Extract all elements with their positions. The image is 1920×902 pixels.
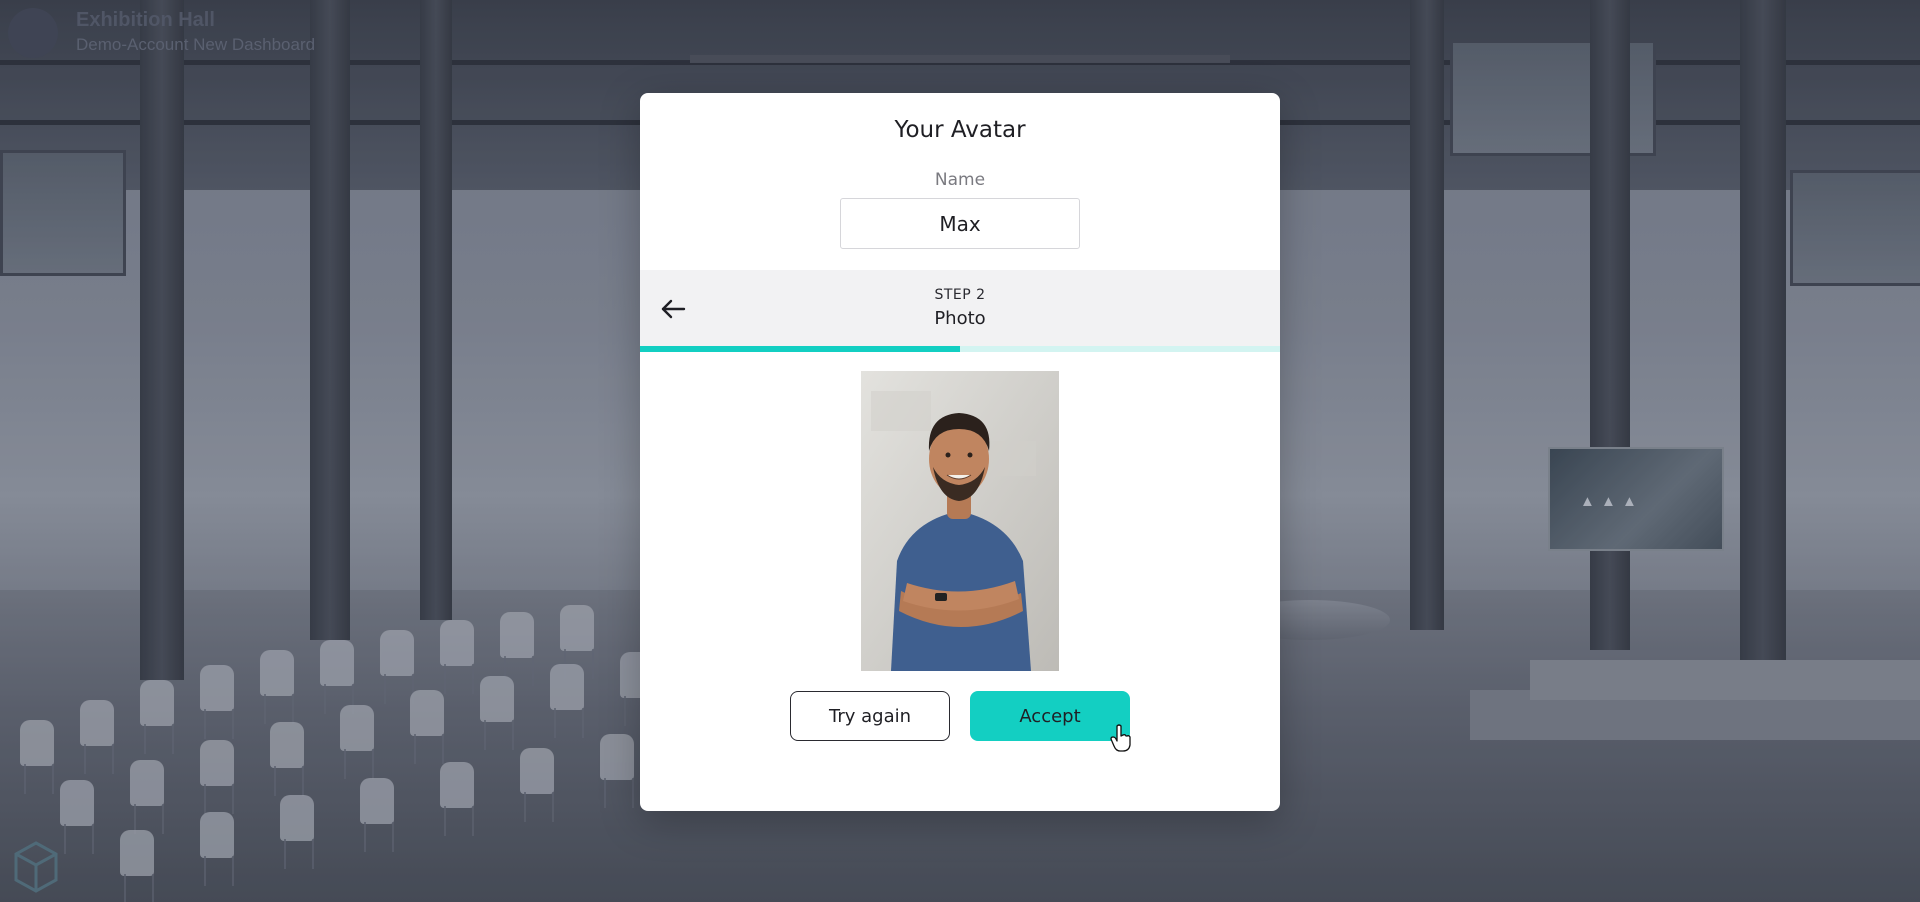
dialog-title: Your Avatar (894, 117, 1026, 143)
room-title: Exhibition Hall (76, 9, 215, 31)
step-header: STEP 2 Photo (640, 270, 1280, 346)
step-name: Photo (934, 308, 986, 329)
name-label: Name (934, 170, 986, 190)
step-progress-fill (640, 346, 960, 352)
hand-cursor-icon (1110, 724, 1131, 752)
cube-logo-icon[interactable] (12, 840, 60, 894)
step-number: STEP 2 (934, 287, 986, 303)
step-progress-track (640, 346, 1280, 352)
name-field[interactable] (840, 198, 1080, 249)
user-avatar[interactable] (8, 8, 58, 58)
avatar-dialog: Your Avatar Name STEP 2 Photo (640, 93, 1280, 811)
account-subtitle: Demo-Account New Dashboard (76, 35, 316, 54)
captured-photo (861, 371, 1059, 671)
accept-button[interactable]: Accept (970, 691, 1130, 741)
try-again-button[interactable]: Try again (790, 691, 950, 741)
